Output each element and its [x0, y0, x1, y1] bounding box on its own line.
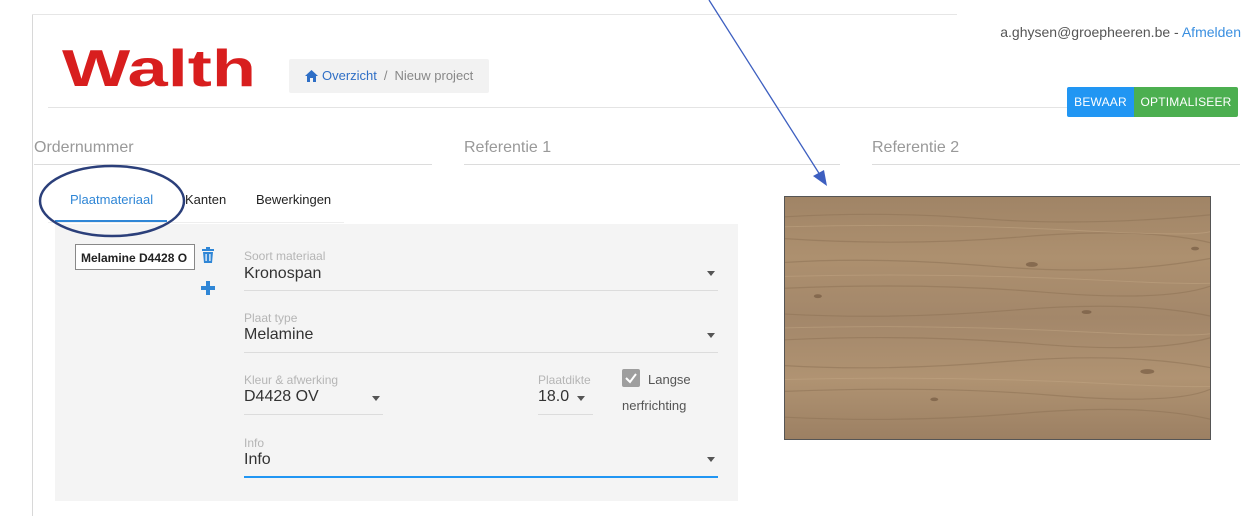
tabs-divider	[48, 222, 344, 223]
breadcrumb-separator: /	[383, 68, 388, 83]
save-button[interactable]: BEWAAR	[1067, 87, 1134, 117]
info-select[interactable]: Info	[244, 451, 271, 469]
soort-materiaal-label: Soort materiaal	[244, 249, 326, 263]
plaatdikte-underline	[538, 414, 593, 415]
caret-down-icon[interactable]	[707, 333, 715, 338]
material-item[interactable]: Melamine D4428 O	[75, 244, 195, 270]
plaat-type-label: Plaat type	[244, 311, 298, 325]
breadcrumb: Overzicht / Nieuw project	[289, 59, 489, 93]
kleur-select[interactable]: D4428 OV	[244, 388, 319, 406]
info-label: Info	[244, 436, 265, 450]
langse-label: Langse	[648, 372, 691, 387]
user-info: a.ghysen@groepheeren.be - Afmelden	[1000, 24, 1241, 40]
soort-materiaal-select[interactable]: Kronospan	[244, 265, 321, 283]
referentie1-field[interactable]: Referentie 1	[464, 139, 551, 157]
tab-plaatmateriaal[interactable]: Plaatmateriaal	[70, 192, 153, 207]
plaatdikte-label: Plaatdikte	[538, 373, 591, 387]
page-frame-left	[32, 14, 33, 516]
plaatdikte-select[interactable]: 18.0	[538, 388, 569, 406]
user-separator: -	[1174, 24, 1179, 40]
plaat-type-underline	[244, 352, 718, 353]
header-divider	[48, 107, 1110, 108]
caret-down-icon[interactable]	[707, 457, 715, 462]
wood-texture-preview	[784, 196, 1211, 440]
active-tab-indicator	[55, 220, 167, 222]
checkmark-icon	[625, 373, 637, 384]
info-underline-focused	[244, 476, 718, 478]
langse-checkbox[interactable]	[622, 369, 640, 387]
caret-down-icon[interactable]	[707, 271, 715, 276]
breadcrumb-current: Nieuw project	[394, 68, 474, 83]
annotation-arrow-line	[708, 0, 823, 179]
logo-text: Walth	[62, 40, 256, 94]
user-email: a.ghysen@groepheeren.be	[1000, 24, 1171, 40]
referentie2-underline	[872, 164, 1240, 165]
ordernummer-underline	[34, 164, 432, 165]
breadcrumb-home-link[interactable]: Overzicht	[322, 59, 377, 93]
trash-icon[interactable]	[201, 247, 215, 263]
plaat-type-select[interactable]: Melamine	[244, 326, 313, 344]
arrow-head-icon	[813, 170, 827, 186]
home-icon[interactable]	[305, 70, 318, 82]
walth-logo: Walth	[62, 40, 256, 94]
referentie1-underline	[464, 164, 840, 165]
referentie2-field[interactable]: Referentie 2	[872, 139, 959, 157]
nerfrichting-label: nerfrichting	[622, 398, 687, 413]
soort-materiaal-underline	[244, 290, 718, 291]
kleur-label: Kleur & afwerking	[244, 373, 339, 387]
caret-down-icon[interactable]	[577, 396, 585, 401]
caret-down-icon[interactable]	[372, 396, 380, 401]
plus-icon[interactable]	[201, 281, 215, 295]
page-frame-top	[32, 14, 957, 15]
tab-bewerkingen[interactable]: Bewerkingen	[256, 192, 331, 207]
kleur-underline	[244, 414, 383, 415]
tab-kanten[interactable]: Kanten	[185, 192, 226, 207]
ordernummer-field[interactable]: Ordernummer	[34, 139, 134, 157]
logout-link[interactable]: Afmelden	[1182, 24, 1241, 40]
optimize-button[interactable]: OPTIMALISEER	[1134, 87, 1238, 117]
